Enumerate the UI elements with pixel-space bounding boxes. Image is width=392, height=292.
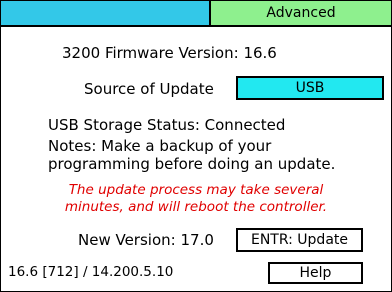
firmware-version-label: 3200 Firmware Version: bbox=[62, 44, 239, 62]
help-button[interactable]: Help bbox=[268, 262, 363, 284]
new-version-label: New Version: bbox=[78, 231, 176, 249]
new-version-row: New Version: 17.0 bbox=[78, 231, 214, 249]
update-button[interactable]: ENTR: Update bbox=[236, 228, 363, 252]
source-of-update-value: USB bbox=[295, 80, 325, 96]
firmware-version-row: 3200 Firmware Version: 16.6 bbox=[62, 44, 277, 62]
update-button-label: ENTR: Update bbox=[250, 232, 349, 248]
tab-bar: Advanced bbox=[1, 1, 391, 27]
tab-main[interactable] bbox=[1, 1, 211, 25]
usb-storage-status-value: Connected bbox=[204, 116, 286, 134]
source-of-update-selector[interactable]: USB bbox=[236, 76, 384, 100]
tab-advanced[interactable]: Advanced bbox=[211, 1, 391, 25]
usb-storage-status-row: USB Storage Status: Connected bbox=[48, 116, 285, 134]
warning-line-2: minutes, and will reboot the controller. bbox=[64, 199, 328, 215]
usb-storage-status-label: USB Storage Status: bbox=[48, 116, 200, 134]
tab-advanced-label: Advanced bbox=[266, 5, 336, 21]
warning-line-1: The update process may take several bbox=[68, 182, 324, 198]
firmware-version-value: 16.6 bbox=[243, 44, 277, 62]
help-button-label: Help bbox=[299, 265, 332, 281]
firmware-build-info: 16.6 [712] / 14.200.5.10 bbox=[8, 264, 174, 280]
new-version-value: 17.0 bbox=[180, 231, 214, 249]
source-of-update-label: Source of Update bbox=[84, 80, 214, 98]
notes-line-1: Notes: Make a backup of your bbox=[48, 137, 272, 155]
notes-line-2: programming before doing an update. bbox=[48, 155, 336, 173]
